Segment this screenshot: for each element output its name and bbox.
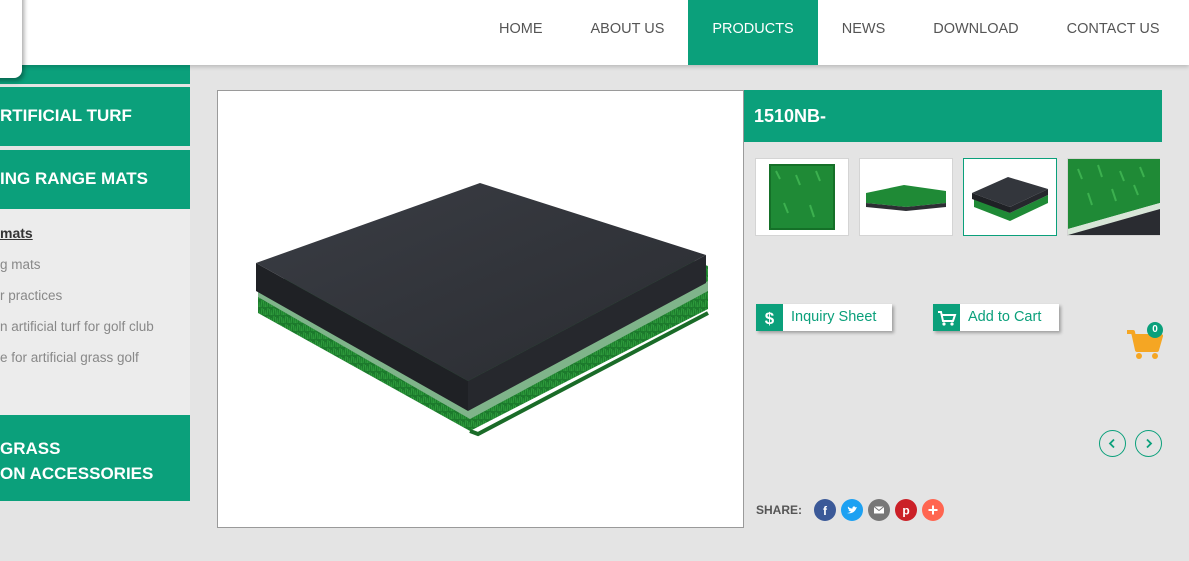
floating-cart[interactable]: 0 bbox=[1125, 322, 1165, 362]
main-nav: HOME ABOUT US PRODUCTS NEWS DOWNLOAD CON… bbox=[475, 0, 1184, 65]
nav-products[interactable]: PRODUCTS bbox=[688, 0, 818, 65]
inquiry-sheet-label: Inquiry Sheet bbox=[791, 309, 877, 325]
thumbnail-1[interactable] bbox=[755, 158, 849, 236]
product-title-bar: 1510NB- bbox=[744, 90, 1162, 142]
email-icon bbox=[868, 499, 890, 521]
chevron-left-icon bbox=[1108, 438, 1115, 449]
chevron-right-icon bbox=[1146, 438, 1153, 449]
thumbnail-4[interactable] bbox=[1067, 158, 1160, 236]
logo-tab[interactable] bbox=[0, 0, 22, 78]
facebook-share-button[interactable]: f bbox=[814, 499, 836, 521]
sidebar-category-label: GRASS ON ACCESSORIES bbox=[0, 439, 154, 483]
sidebar-sub-item[interactable]: r practices bbox=[0, 288, 62, 303]
plus-icon bbox=[922, 499, 944, 521]
thumbnail-2[interactable] bbox=[859, 158, 953, 236]
svg-text:p: p bbox=[902, 504, 909, 518]
cart-count-badge: 0 bbox=[1147, 322, 1163, 338]
svg-text:$: $ bbox=[765, 309, 775, 328]
pinterest-icon: p bbox=[895, 499, 917, 521]
add-to-cart-button[interactable]: Add to Cart bbox=[933, 304, 1059, 331]
nav-about-us[interactable]: ABOUT US bbox=[567, 0, 689, 65]
sidebar-category-driving-range-mats[interactable]: ING RANGE MATS bbox=[0, 150, 190, 209]
sidebar-sub-item-current[interactable]: mats bbox=[0, 225, 33, 241]
site-header: HOME ABOUT US PRODUCTS NEWS DOWNLOAD CON… bbox=[0, 0, 1189, 65]
pinterest-share-button[interactable]: p bbox=[895, 499, 917, 521]
inquiry-sheet-button[interactable]: $ Inquiry Sheet bbox=[756, 304, 892, 331]
twitter-icon bbox=[841, 499, 863, 521]
more-share-button[interactable] bbox=[922, 499, 944, 521]
nav-contact-us[interactable]: CONTACT US bbox=[1043, 0, 1184, 65]
nav-news[interactable]: NEWS bbox=[818, 0, 910, 65]
sidebar-sub-list: mats g mats r practices n artificial tur… bbox=[0, 209, 190, 415]
thumbnail-next-button[interactable] bbox=[1135, 430, 1162, 457]
share-label: SHARE: bbox=[756, 503, 803, 517]
sidebar-category-grass-accessories[interactable]: GRASS ON ACCESSORIES bbox=[0, 415, 190, 501]
sidebar-category-label: RTIFICIAL TURF bbox=[0, 106, 132, 125]
sidebar-category-label: ING RANGE MATS bbox=[0, 169, 148, 188]
dollar-icon: $ bbox=[756, 304, 783, 331]
nav-download[interactable]: DOWNLOAD bbox=[909, 0, 1042, 65]
email-share-button[interactable] bbox=[868, 499, 890, 521]
sidebar-sub-item[interactable]: g mats bbox=[0, 257, 41, 272]
golf-mat-image bbox=[256, 183, 709, 437]
thumbnail-prev-button[interactable] bbox=[1099, 430, 1126, 457]
nav-home[interactable]: HOME bbox=[475, 0, 567, 65]
thumbnail-3[interactable] bbox=[963, 158, 1057, 236]
product-title: 1510NB- bbox=[754, 106, 827, 126]
twitter-share-button[interactable] bbox=[841, 499, 863, 521]
sidebar-sub-item[interactable]: e for artificial grass golf bbox=[0, 350, 139, 365]
thumbnail-strip bbox=[755, 158, 1160, 236]
facebook-icon: f bbox=[814, 499, 836, 521]
sidebar-sub-item[interactable]: n artificial turf for golf club bbox=[0, 319, 154, 334]
turf-closeup-thumb-icon bbox=[1068, 159, 1160, 235]
add-to-cart-label: Add to Cart bbox=[968, 309, 1042, 325]
turf-square-thumb-icon bbox=[769, 164, 835, 230]
product-main-image[interactable] bbox=[217, 90, 744, 528]
mat-top-thumb-icon bbox=[972, 177, 1048, 221]
sidebar-category-artificial-turf[interactable]: RTIFICIAL TURF bbox=[0, 87, 190, 146]
mat-side-thumb-icon bbox=[866, 185, 946, 211]
sidebar-category-strip bbox=[0, 65, 190, 84]
cart-icon bbox=[933, 304, 960, 331]
